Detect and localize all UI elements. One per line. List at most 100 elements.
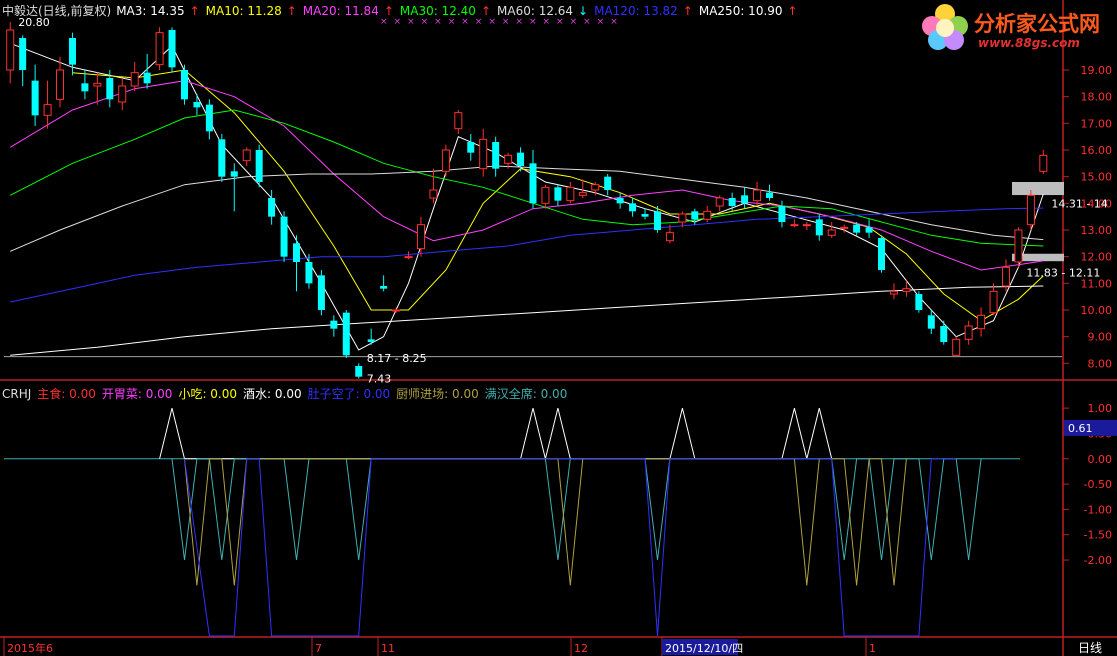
price-annotation: 7.43: [367, 373, 392, 386]
candle-body: [665, 232, 674, 242]
indicator-legend-item: 满汉全席: 0.00: [484, 387, 568, 401]
period-label: 日线: [1078, 641, 1102, 655]
price-tick-label: 16.00: [1081, 144, 1113, 157]
indicator-tick-label: -2.00: [1084, 554, 1112, 567]
chart-canvas[interactable]: 19.0018.0017.0016.0015.0014.0013.0012.00…: [0, 0, 1117, 656]
price-tick-label: 13.00: [1081, 224, 1113, 237]
candle-body: [454, 112, 463, 130]
flower-icon: [922, 4, 968, 50]
candle-body: [130, 72, 139, 87]
indicator-legend-item: 开胃菜: 0.00: [101, 387, 173, 401]
candle-body: [305, 262, 313, 284]
arrow-up-icon: ↑: [480, 4, 491, 18]
indicator-legend-item: 主食: 0.00: [37, 387, 96, 401]
candle-body: [741, 195, 749, 204]
candle-body: [977, 314, 986, 330]
candle-body: [604, 176, 612, 190]
candle-body: [964, 325, 973, 340]
candle-body: [218, 139, 226, 177]
candle-body: [330, 320, 338, 329]
candle-body: [56, 69, 65, 100]
candle-body: [591, 184, 600, 191]
candle-body: [878, 238, 886, 270]
arrow-down-icon: ↓: [578, 4, 589, 18]
candle-body: [989, 290, 998, 314]
candle-body: [118, 85, 127, 103]
candle-body: [653, 211, 661, 230]
time-label: 1: [869, 642, 876, 655]
candle-body: [691, 211, 699, 220]
candle-body: [1001, 266, 1010, 287]
candle-body: [915, 294, 923, 310]
indicator-line: [171, 458, 982, 561]
current-value-label: 0.61: [1068, 422, 1093, 435]
arrow-up-icon: ↑: [383, 4, 394, 18]
price-tick-label: 18.00: [1081, 91, 1113, 104]
price-tick-label: 15.00: [1081, 171, 1113, 184]
candle-body: [1026, 194, 1035, 226]
ma-line-ma30: [9, 109, 1044, 247]
site-logo: 分析家公式网 www.88gs.com: [918, 2, 1114, 52]
candle-body: [268, 198, 276, 217]
arrow-up-icon: ↑: [286, 4, 297, 18]
candle-body: [93, 82, 102, 87]
candle-body: [31, 80, 39, 116]
candle-body: [205, 104, 213, 132]
time-label: 2015年6: [7, 641, 53, 655]
candle-body: [143, 72, 151, 84]
candle-body: [81, 83, 89, 92]
candle-body: [827, 229, 836, 236]
price-tick-label: 10.00: [1081, 304, 1113, 317]
candle-body: [479, 138, 488, 170]
time-label: 12: [574, 642, 588, 655]
candle-body: [554, 187, 562, 201]
price-zone: [1012, 182, 1064, 196]
candle-body: [404, 256, 413, 259]
candle-body: [293, 243, 301, 262]
candle-body: [765, 192, 773, 198]
candle-body: [952, 338, 961, 356]
candle-body: [467, 142, 475, 153]
logo-name: 分析家公式网: [974, 12, 1100, 36]
indicator-tick-label: 1.00: [1088, 402, 1113, 415]
price-tick-label: 12.00: [1081, 251, 1113, 264]
arrow-up-icon: ↑: [787, 4, 798, 18]
ma-legend-item: MA60: 12.64: [497, 4, 574, 18]
candle-body: [790, 224, 799, 227]
price-tick-label: 17.00: [1081, 117, 1113, 130]
ma-legend-item: MA3: 14.35: [116, 4, 185, 18]
candle-body: [193, 102, 201, 108]
ma-legend-item: MA10: 11.28: [205, 4, 282, 18]
candle-body: [728, 198, 736, 206]
ma-line-ma60: [10, 165, 1044, 252]
candle-body: [392, 309, 401, 312]
ma-line-ma3: [10, 42, 1044, 351]
candle-body: [578, 192, 587, 196]
candle-body: [6, 29, 15, 71]
candle-body: [242, 149, 251, 162]
candle-body: [355, 366, 363, 377]
candle-body: [865, 227, 873, 233]
indicator-tick-label: -0.50: [1084, 478, 1112, 491]
candle-body: [106, 78, 114, 100]
candle-body: [616, 198, 624, 204]
candle-body: [317, 275, 325, 310]
candle-body: [566, 186, 575, 202]
candle-body: [1039, 154, 1048, 172]
indicator-items: 主食: 0.00 开胃菜: 0.00 小吃: 0.00 酒水: 0.00 肚子空了: 0…: [37, 387, 573, 401]
stock-title: 中毅达(日线,前复权): [2, 4, 112, 18]
candle-body: [280, 216, 288, 257]
logo-url: www.88gs.com: [978, 36, 1080, 50]
candle-body: [840, 226, 849, 229]
candle-body: [380, 286, 388, 289]
ma-legend-item: MA30: 12.40: [399, 4, 476, 18]
indicator-tick-label: -1.50: [1084, 529, 1112, 542]
candle-body: [429, 189, 438, 199]
candle-body: [678, 213, 687, 223]
price-tick-label: 9.00: [1088, 331, 1113, 344]
candle-body: [802, 224, 811, 227]
candle-body: [927, 315, 935, 329]
indicator-line: [184, 458, 957, 637]
candle-body: [853, 224, 861, 233]
candle-body: [815, 219, 823, 236]
